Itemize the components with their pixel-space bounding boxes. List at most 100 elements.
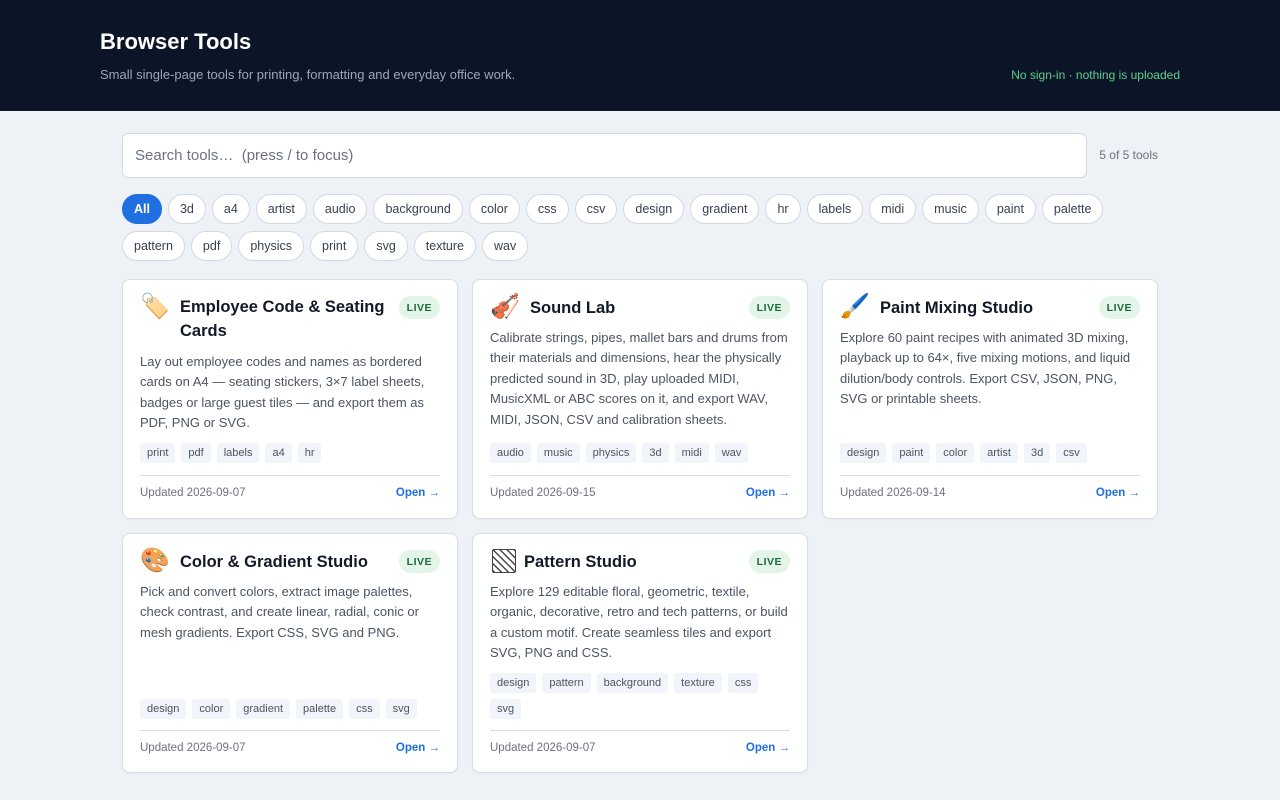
tool-name[interactable]: Color & Gradient Studio [180, 550, 390, 574]
filter-chip-color[interactable]: color [468, 194, 520, 224]
tag-3d: 3d [642, 443, 669, 463]
open-link[interactable]: Open → [746, 487, 790, 499]
filter-chip-wav[interactable]: wav [482, 231, 529, 261]
tag-palette: palette [296, 699, 344, 719]
filter-chip-texture[interactable]: texture [413, 231, 476, 261]
filter-chip-a4[interactable]: a4 [211, 194, 250, 224]
filter-chip-print[interactable]: print [310, 231, 359, 261]
filter-chips: All 3d a4 artist audio background color css csv d… [122, 194, 1158, 261]
divider [490, 730, 790, 731]
updated-date: Updated 2026-09-07 [140, 487, 246, 499]
tag-music: music [536, 443, 580, 463]
updated-date: Updated 2026-09-14 [840, 487, 946, 499]
divider [140, 730, 440, 731]
page-header: Browser Tools Small single-page tools fo… [0, 0, 1280, 111]
open-link[interactable]: Open → [396, 742, 440, 754]
tag-svg: svg [490, 699, 522, 719]
tag-hr: hr [297, 443, 322, 463]
filter-chip-background[interactable]: background [373, 194, 463, 224]
tool-description: Explore 60 paint recipes with animated 3… [840, 330, 1131, 407]
divider [840, 475, 1140, 476]
tool-description: Explore 129 editable floral, geometric, … [490, 584, 788, 661]
filter-chip-artist[interactable]: artist [255, 194, 307, 224]
tool-card-color-gradient[interactable]: 🎨 Color & Gradient Studio LIVE Pick and … [122, 533, 458, 773]
search-bar: 5 of 5 tools [122, 133, 1158, 178]
tag-color: color [936, 443, 975, 463]
updated-date: Updated 2026-09-07 [490, 742, 596, 754]
filter-chip-paint[interactable]: paint [984, 194, 1036, 224]
tag-labels: labels [216, 443, 260, 463]
tag-pattern: pattern [542, 673, 591, 693]
tag-csv: csv [1056, 443, 1087, 463]
paintbrush-icon: 🖌️ [840, 293, 870, 320]
filter-chip-labels[interactable]: labels [806, 194, 864, 224]
tool-card-sound-lab[interactable]: 🎻 Sound Lab LIVE Calibrate strings, pipe… [472, 279, 808, 519]
live-badge: LIVE [1098, 296, 1140, 319]
label-tag-icon: 🏷️ [140, 293, 170, 320]
tool-description: Calibrate strings, pipes, mallet bars an… [490, 330, 788, 427]
tag-design: design [840, 443, 887, 463]
privacy-notice: No sign-in · nothing is uploaded [1011, 68, 1180, 82]
palette-icon: 🎨 [140, 547, 170, 574]
live-badge: LIVE [398, 296, 440, 319]
tool-name[interactable]: Employee Code & Seating Cards [180, 295, 390, 343]
divider [490, 475, 790, 476]
tag-list: design pattern background texture css svg [490, 673, 792, 719]
tool-card-pattern-studio[interactable]: Pattern Studio LIVE Explore 129 editable… [472, 533, 808, 773]
tool-name[interactable]: Pattern Studio [524, 550, 734, 574]
filter-chip-3d[interactable]: 3d [167, 194, 206, 224]
tool-name[interactable]: Sound Lab [530, 296, 740, 320]
tag-list: design paint color artist 3d csv [840, 443, 1142, 463]
filter-chip-design[interactable]: design [623, 194, 685, 224]
tag-print: print [140, 443, 176, 463]
filter-chip-csv[interactable]: csv [574, 194, 618, 224]
open-link[interactable]: Open → [396, 487, 440, 499]
tag-color: color [192, 699, 231, 719]
tag-artist: artist [980, 443, 1018, 463]
tag-design: design [490, 673, 537, 693]
page-subtitle: Small single-page tools for printing, fo… [100, 67, 516, 82]
tag-paint: paint [892, 443, 931, 463]
filter-chip-css[interactable]: css [525, 194, 569, 224]
divider [140, 475, 440, 476]
tag-wav: wav [714, 443, 749, 463]
tag-list: audio music physics 3d midi wav [490, 443, 792, 463]
filter-chip-svg[interactable]: svg [364, 231, 408, 261]
filter-chip-midi[interactable]: midi [869, 194, 917, 224]
updated-date: Updated 2026-09-15 [490, 487, 596, 499]
tag-a4: a4 [265, 443, 292, 463]
page-title: Browser Tools [100, 29, 252, 54]
live-badge: LIVE [398, 550, 440, 573]
tag-svg: svg [385, 699, 417, 719]
tag-pdf: pdf [181, 443, 211, 463]
filter-chip-music[interactable]: music [922, 194, 979, 224]
tool-card-paint-mixing[interactable]: 🖌️ Paint Mixing Studio LIVE Explore 60 p… [822, 279, 1158, 519]
tag-physics: physics [585, 443, 637, 463]
filter-chip-gradient[interactable]: gradient [690, 194, 760, 224]
filter-chip-pdf[interactable]: pdf [190, 231, 233, 261]
tag-design: design [140, 699, 187, 719]
violin-icon: 🎻 [490, 293, 520, 320]
tag-midi: midi [674, 443, 709, 463]
tool-card-employee-codes[interactable]: 🏷️ Employee Code & Seating Cards LIVE La… [122, 279, 458, 519]
tool-description: Pick and convert colors, extract image p… [140, 584, 419, 640]
filter-chip-physics[interactable]: physics [238, 231, 304, 261]
filter-chip-audio[interactable]: audio [312, 194, 368, 224]
tag-audio: audio [490, 443, 531, 463]
tag-texture: texture [674, 673, 722, 693]
live-badge: LIVE [748, 550, 790, 573]
tag-gradient: gradient [236, 699, 291, 719]
filter-chip-hr[interactable]: hr [765, 194, 801, 224]
open-link[interactable]: Open → [1096, 487, 1140, 499]
tool-description: Lay out employee codes and names as bord… [140, 354, 425, 431]
open-link[interactable]: Open → [746, 742, 790, 754]
tag-css: css [727, 673, 759, 693]
filter-chip-pattern[interactable]: pattern [122, 231, 185, 261]
result-count: 5 of 5 tools [1099, 148, 1158, 162]
tool-name[interactable]: Paint Mixing Studio [880, 296, 1090, 320]
filter-chip-palette[interactable]: palette [1041, 194, 1104, 224]
updated-date: Updated 2026-09-07 [140, 742, 246, 754]
filter-chip-all[interactable]: All [122, 194, 162, 224]
tag-list: design color gradient palette css svg [140, 699, 442, 719]
search-input[interactable] [122, 133, 1087, 178]
